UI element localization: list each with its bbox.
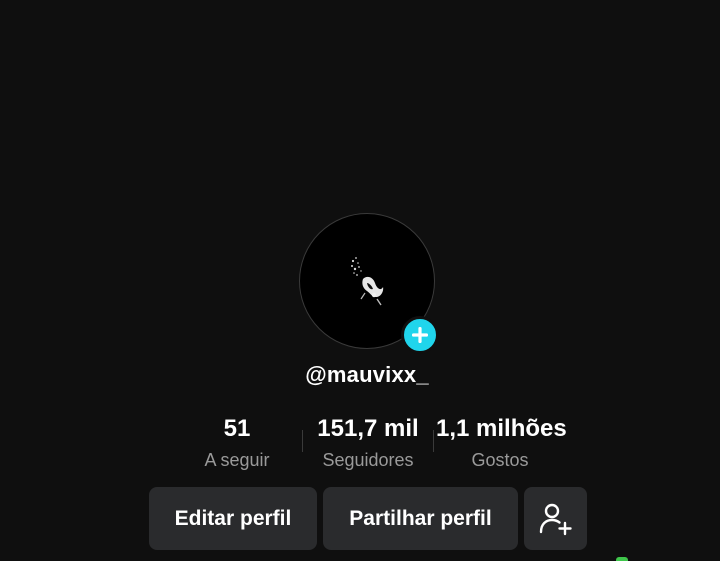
followers-count: 151,7 mil [317,415,419,442]
add-story-button[interactable] [401,316,439,354]
profile-screen: @mauvixx_ 51 A seguir 151,7 mil Seguidor… [0,0,720,561]
stat-following[interactable]: 51 A seguir [195,413,279,473]
likes-label: Gostos [471,450,529,470]
stat-likes[interactable]: 1,1 milhões Gostos [436,413,567,473]
share-profile-button[interactable]: Partilhar perfil [323,487,518,550]
add-friend-button[interactable] [524,487,587,550]
following-label: A seguir [204,450,270,470]
stat-divider [302,430,303,452]
status-indicator [616,557,628,561]
stat-followers[interactable]: 151,7 mil Seguidores [312,413,424,473]
edit-profile-button[interactable]: Editar perfil [149,487,317,550]
plus-icon [412,327,428,343]
likes-count: 1,1 milhões [436,415,567,442]
username: @mauvixx_ [305,362,429,387]
falling-figure-artwork-icon [351,257,384,306]
add-user-icon [539,503,572,535]
stat-divider [433,430,434,452]
following-count: 51 [223,415,251,442]
avatar-container [299,213,439,354]
followers-label: Seguidores [322,450,414,470]
